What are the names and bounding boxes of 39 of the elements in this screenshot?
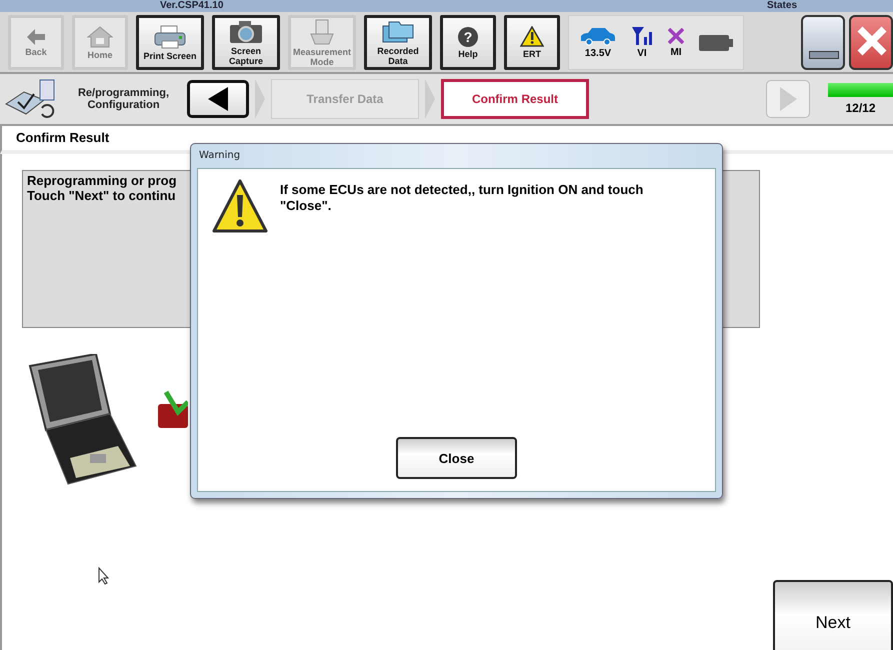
- previous-button[interactable]: [187, 80, 249, 118]
- toolbar-button[interactable]: Recorded Data: [364, 15, 432, 70]
- progress-count: 12/12: [845, 101, 876, 115]
- message-text: Reprogramming or prog: [27, 173, 177, 188]
- cross-icon: [667, 27, 685, 45]
- folders-icon: [381, 20, 415, 44]
- left-arrow-icon: [27, 28, 45, 44]
- right-triangle-icon: [778, 86, 798, 112]
- version-label: Ver.CSP41.10: [160, 0, 224, 12]
- car-icon: [579, 26, 617, 46]
- message-text: Touch "Next" to continu: [27, 188, 176, 203]
- printer-icon: [153, 24, 187, 48]
- warning-icon: [520, 26, 544, 47]
- dialog-message: If some ECUs are not detected,, turn Ignition ON and touch "Close".: [280, 181, 644, 215]
- step-tab[interactable]: Confirm Result: [441, 79, 589, 119]
- status-label: VI: [637, 48, 647, 59]
- minimize-button[interactable]: [801, 15, 845, 70]
- close-button[interactable]: [849, 15, 893, 70]
- mouse-cursor-icon: [98, 567, 110, 585]
- meter-icon: [310, 18, 334, 44]
- close-icon: [857, 26, 887, 56]
- status-label: MI: [670, 47, 682, 58]
- toolbar-button[interactable]: Screen Capture: [212, 15, 280, 70]
- states-label: States: [766, 0, 797, 12]
- next-button[interactable]: Next: [773, 580, 893, 650]
- warning-icon: [212, 179, 268, 233]
- toolbar-button[interactable]: ? Help: [440, 15, 496, 70]
- left-triangle-icon: [206, 86, 230, 112]
- battery-icon: [699, 34, 733, 52]
- signal-icon: [631, 26, 653, 46]
- section-title: Re/programming, Configuration: [76, 87, 170, 111]
- toolbar-button[interactable]: ERT: [504, 15, 560, 70]
- close-button[interactable]: Close: [396, 437, 517, 479]
- toolbar-button[interactable]: Print Screen: [136, 15, 204, 70]
- house-icon: [87, 26, 113, 48]
- status-label: 13.5V: [584, 48, 612, 59]
- minimize-icon: [809, 51, 839, 59]
- help-icon: ?: [458, 26, 478, 46]
- camera-icon: [229, 20, 263, 44]
